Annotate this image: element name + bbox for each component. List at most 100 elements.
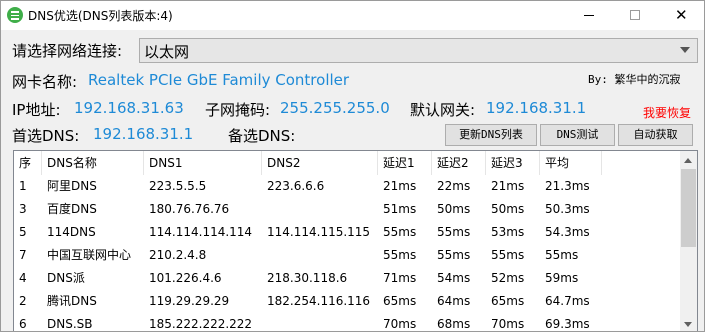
cell-dns1: 210.2.4.8 xyxy=(149,248,207,262)
table-row[interactable]: 5 114DNS 114.114.114.114 114.114.115.115… xyxy=(14,221,680,244)
subnet-mask-value: 255.255.255.0 xyxy=(280,99,390,117)
connection-label: 请选择网络连接: xyxy=(12,42,123,60)
subnet-mask-label: 子网掩码: xyxy=(205,101,271,119)
column-header-dns-name[interactable]: DNS名称 xyxy=(42,151,144,175)
cell-average: 59ms xyxy=(545,271,579,285)
primary-dns-value: 192.168.31.1 xyxy=(93,125,194,143)
cell-latency3: 70ms xyxy=(491,317,525,331)
cell-latency2: 22ms xyxy=(437,179,471,193)
table-row[interactable]: 6 DNS.SB 185.222.222.222 70ms 68ms 70ms … xyxy=(14,313,680,331)
cell-average: 64.7ms xyxy=(545,294,590,308)
scroll-up-icon[interactable] xyxy=(684,158,692,163)
gateway-label: 默认网关: xyxy=(410,101,476,119)
app-menu-icon xyxy=(7,7,23,23)
gateway-value: 192.168.31.1 xyxy=(486,99,587,117)
cell-latency2: 64ms xyxy=(437,294,471,308)
ip-label: IP地址: xyxy=(12,101,61,119)
scroll-down-icon[interactable] xyxy=(684,322,692,327)
dns-list-table[interactable]: 序 DNS名称 DNS1 DNS2 延迟1 延迟2 延迟3 平均 1 阿里DNS… xyxy=(13,150,698,331)
cell-latency3: 55ms xyxy=(491,248,525,262)
cell-dns2: 114.114.115.115 xyxy=(267,225,371,239)
cell-dns2 xyxy=(262,313,378,331)
column-header-dns1[interactable]: DNS1 xyxy=(144,151,262,175)
column-header-latency1[interactable]: 延迟1 xyxy=(378,151,432,175)
cell-average: 55ms xyxy=(545,248,579,262)
cell-dns1: 180.76.76.76 xyxy=(149,202,230,216)
column-header-average[interactable]: 平均 xyxy=(540,151,602,175)
minimize-button[interactable] xyxy=(566,1,612,30)
cell-dns1: 114.114.114.114 xyxy=(149,225,253,239)
dns-test-button[interactable]: DNS测试 xyxy=(540,124,615,146)
table-header: 序 DNS名称 DNS1 DNS2 延迟1 延迟2 延迟3 平均 xyxy=(14,151,680,175)
cell-index: 5 xyxy=(19,225,27,239)
title-bar[interactable]: DNS优选(DNS列表版本:4) ✕ xyxy=(1,1,704,30)
cell-latency1: 70ms xyxy=(383,317,417,331)
cell-latency3: 52ms xyxy=(491,271,525,285)
cell-latency1: 65ms xyxy=(383,294,417,308)
cell-average: 54.3ms xyxy=(545,225,590,239)
cell-latency1: 55ms xyxy=(383,248,417,262)
secondary-dns-label: 备选DNS: xyxy=(228,127,296,145)
cell-dns1: 119.29.29.29 xyxy=(149,294,230,308)
cell-index: 1 xyxy=(19,179,27,193)
window-title: DNS优选(DNS列表版本:4) xyxy=(28,9,173,23)
author-credit: By: 繁华中的沉寂 xyxy=(588,73,681,86)
column-header-index[interactable]: 序 xyxy=(14,151,42,175)
cell-dns-name: 114DNS xyxy=(47,225,96,239)
cell-latency1: 71ms xyxy=(383,271,417,285)
maximize-button[interactable] xyxy=(612,1,658,30)
cell-dns-name: 中国互联网中心 xyxy=(47,248,132,262)
cell-latency2: 50ms xyxy=(437,202,471,216)
column-header-dns2[interactable]: DNS2 xyxy=(262,151,378,175)
close-button[interactable]: ✕ xyxy=(658,1,704,30)
cell-dns-name: DNS派 xyxy=(47,271,85,285)
cell-latency1: 55ms xyxy=(383,225,417,239)
chevron-down-icon xyxy=(680,47,690,53)
cell-latency2: 55ms xyxy=(437,248,471,262)
cell-dns-name: DNS.SB xyxy=(47,317,93,331)
column-header-latency2[interactable]: 延迟2 xyxy=(432,151,486,175)
cell-index: 4 xyxy=(19,271,27,285)
restore-link[interactable]: 我要恢复 xyxy=(643,104,691,121)
cell-latency3: 50ms xyxy=(491,202,525,216)
cell-dns2 xyxy=(262,244,378,267)
cell-index: 3 xyxy=(19,202,27,216)
cell-dns1: 185.222.222.222 xyxy=(149,317,253,331)
minimize-icon xyxy=(584,15,594,16)
connection-selected-value: 以太网 xyxy=(144,43,190,61)
nic-value: Realtek PCIe GbE Family Controller xyxy=(88,71,350,89)
cell-index: 7 xyxy=(19,248,27,262)
cell-average: 69.3ms xyxy=(545,317,590,331)
table-row[interactable]: 1 阿里DNS 223.5.5.5 223.6.6.6 21ms 22ms 21… xyxy=(14,175,680,198)
cell-latency1: 21ms xyxy=(383,179,417,193)
table-row[interactable]: 3 百度DNS 180.76.76.76 51ms 50ms 50ms 50.3… xyxy=(14,198,680,221)
cell-latency3: 21ms xyxy=(491,179,525,193)
cell-dns2: 223.6.6.6 xyxy=(267,179,325,193)
cell-dns-name: 阿里DNS xyxy=(47,179,97,193)
table-row[interactable]: 4 DNS派 101.226.4.6 218.30.118.6 71ms 54m… xyxy=(14,267,680,290)
close-icon: ✕ xyxy=(675,6,688,24)
scrollbar-thumb[interactable] xyxy=(681,169,696,247)
cell-dns2: 182.254.116.116 xyxy=(267,294,371,308)
maximize-icon xyxy=(630,10,640,20)
cell-average: 50.3ms xyxy=(545,202,590,216)
table-row[interactable]: 7 中国互联网中心 210.2.4.8 55ms 55ms 55ms 55ms xyxy=(14,244,680,267)
column-header-latency3[interactable]: 延迟3 xyxy=(486,151,540,175)
cell-dns1: 223.5.5.5 xyxy=(149,179,207,193)
cell-dns-name: 腾讯DNS xyxy=(47,294,97,308)
ip-value: 192.168.31.63 xyxy=(74,99,184,117)
cell-index: 6 xyxy=(19,317,27,331)
table-row[interactable]: 2 腾讯DNS 119.29.29.29 182.254.116.116 65m… xyxy=(14,290,680,313)
vertical-scrollbar[interactable] xyxy=(680,151,697,331)
cell-dns2 xyxy=(262,198,378,221)
auto-obtain-button[interactable]: 自动获取 xyxy=(618,124,693,146)
app-window: DNS优选(DNS列表版本:4) ✕ 请选择网络连接: 以太网 网卡名称: Re… xyxy=(0,0,705,332)
cell-index: 2 xyxy=(19,294,27,308)
nic-label: 网卡名称: xyxy=(12,73,78,91)
connection-select[interactable]: 以太网 xyxy=(139,38,698,63)
primary-dns-label: 首选DNS: xyxy=(12,127,80,145)
cell-dns2: 218.30.118.6 xyxy=(267,271,348,285)
cell-dns1: 101.226.4.6 xyxy=(149,271,222,285)
update-dns-list-button[interactable]: 更新DNS列表 xyxy=(445,124,537,146)
cell-average: 21.3ms xyxy=(545,179,590,193)
